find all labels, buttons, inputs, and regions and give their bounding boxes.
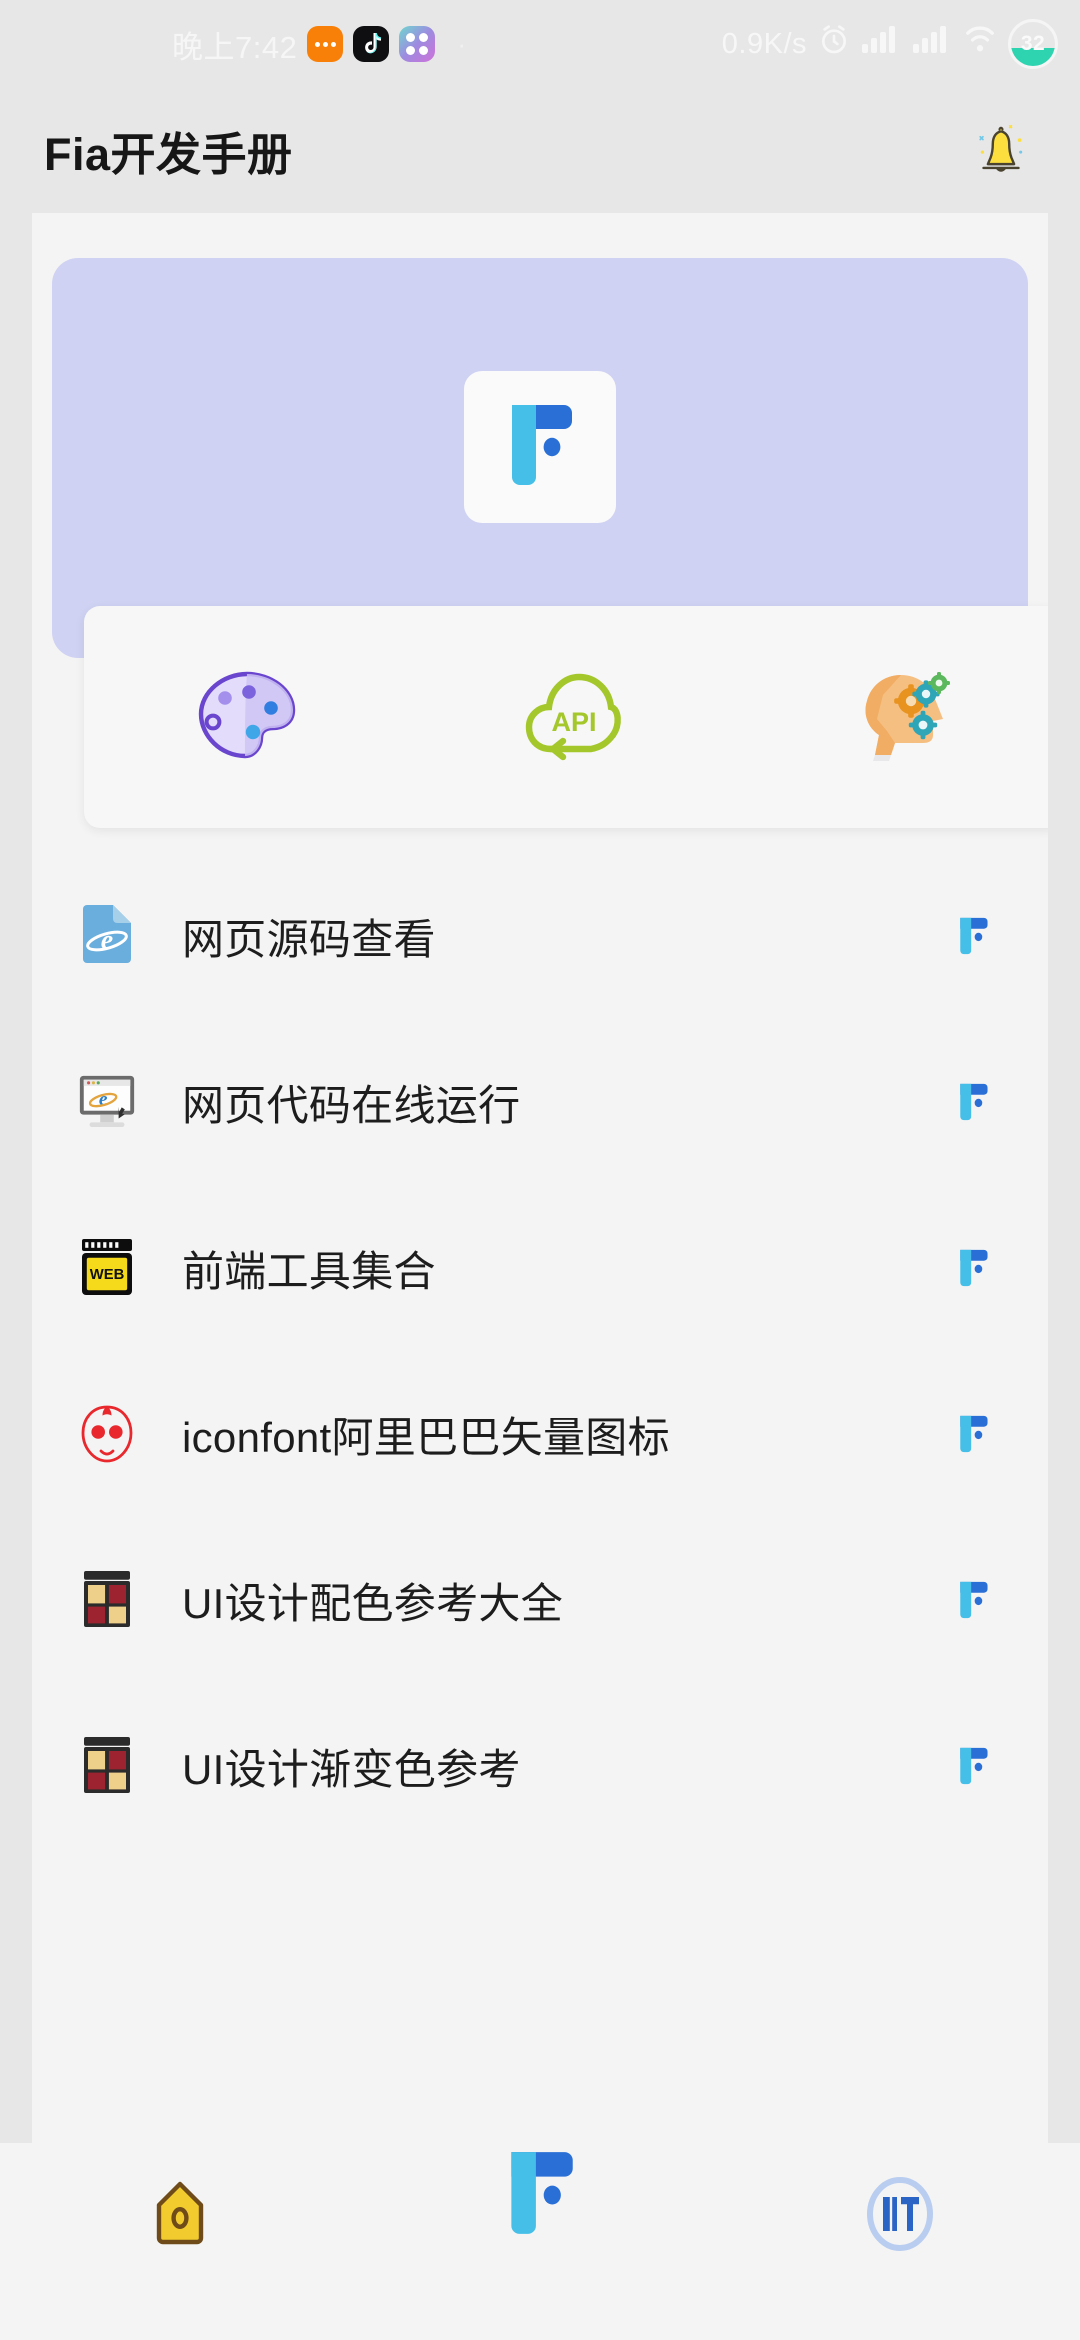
signal-bars-icon — [861, 26, 901, 62]
list-item[interactable]: WEB 前端工具集合 — [32, 1185, 1048, 1351]
list-item[interactable]: e 网页源码查看 — [32, 853, 1048, 1019]
tiktok-icon — [353, 26, 390, 62]
fia-logo-icon — [956, 1580, 990, 1620]
color-grid-icon — [76, 1735, 138, 1797]
list-item-label: UI设计配色参考大全 — [182, 1579, 564, 1627]
api-cloud-icon: API — [525, 669, 623, 766]
battery-indicator: 32 — [1008, 19, 1058, 69]
list-item-label: 前端工具集合 — [182, 1247, 436, 1295]
alarm-clock-icon — [818, 24, 850, 64]
status-separator: · — [457, 28, 467, 59]
phone-screen: 晚上7:42 · 0.9K/s 32 Fia开发手册 API e 网页源码查看 … — [0, 0, 1080, 2340]
web-tools-icon: WEB — [76, 1237, 138, 1299]
fia-logo-icon — [956, 916, 990, 956]
status-bar-left: 晚上7:42 · — [172, 22, 467, 67]
status-time: 晚上7:42 — [172, 29, 298, 65]
scroll-content[interactable]: API e 网页源码查看 e 网页代码在线运行 WEB 前端工具集合 iconf… — [32, 213, 1048, 2143]
ai-gears-head-icon — [851, 667, 951, 768]
fia-logo-icon — [503, 2148, 577, 2243]
nav-it-tools[interactable] — [720, 2111, 1080, 2340]
list-item[interactable]: e 网页代码在线运行 — [32, 1019, 1048, 1185]
fia-logo-icon — [956, 1746, 990, 1786]
app-grid-icon — [399, 26, 436, 62]
nav-home[interactable] — [0, 2106, 360, 2340]
list-item-label: 网页源码查看 — [182, 915, 436, 963]
list-item[interactable]: UI设计配色参考大全 — [32, 1517, 1048, 1683]
bell-icon — [966, 124, 1036, 190]
fia-logo-icon — [504, 401, 576, 494]
it-circle-icon — [861, 2175, 939, 2258]
list-item-label: UI设计渐变色参考 — [182, 1745, 521, 1793]
iconfont-icon — [76, 1403, 138, 1465]
quick-actions-card: API — [84, 606, 1048, 828]
quick-action-api[interactable]: API — [411, 606, 738, 828]
wifi-icon — [963, 25, 997, 63]
status-bar: 晚上7:42 · 0.9K/s 32 — [0, 0, 1080, 88]
signal-bars-icon-2 — [912, 26, 952, 62]
svg-text:API: API — [551, 707, 596, 737]
status-bar-right: 0.9K/s 32 — [722, 19, 1058, 69]
messages-icon — [307, 26, 344, 62]
svg-text:e: e — [101, 925, 113, 956]
ie-document-icon: e — [76, 905, 138, 967]
bottom-navigation — [0, 2143, 1080, 2340]
quick-action-palette[interactable] — [84, 606, 411, 828]
notification-button[interactable] — [966, 116, 1036, 186]
list-item[interactable]: UI设计渐变色参考 — [32, 1683, 1048, 1849]
color-palette-icon — [195, 668, 299, 767]
hero-banner[interactable] — [52, 258, 1028, 658]
monitor-code-icon: e — [76, 1071, 138, 1133]
fia-logo-icon — [956, 1082, 990, 1122]
list-item-label: 网页代码在线运行 — [182, 1081, 521, 1129]
list-item[interactable]: iconfont阿里巴巴矢量图标 — [32, 1351, 1048, 1517]
color-grid-icon — [76, 1569, 138, 1631]
page-title: Fia开发手册 — [44, 129, 293, 180]
quick-action-ai[interactable] — [737, 606, 1048, 828]
battery-level: 32 — [1020, 32, 1046, 55]
app-bar: Fia开发手册 — [0, 88, 1080, 213]
svg-text:WEB: WEB — [90, 1267, 125, 1283]
list-item-label: iconfont阿里巴巴矢量图标 — [182, 1413, 670, 1461]
link-list: e 网页源码查看 e 网页代码在线运行 WEB 前端工具集合 iconfont阿… — [32, 853, 1048, 1849]
home-icon — [151, 2180, 209, 2253]
network-speed: 0.9K/s — [721, 27, 807, 60]
fia-logo-icon — [956, 1414, 990, 1454]
fia-logo-icon — [956, 1248, 990, 1288]
banner-logo-tile — [464, 371, 616, 523]
nav-fia-home[interactable] — [360, 2138, 720, 2340]
